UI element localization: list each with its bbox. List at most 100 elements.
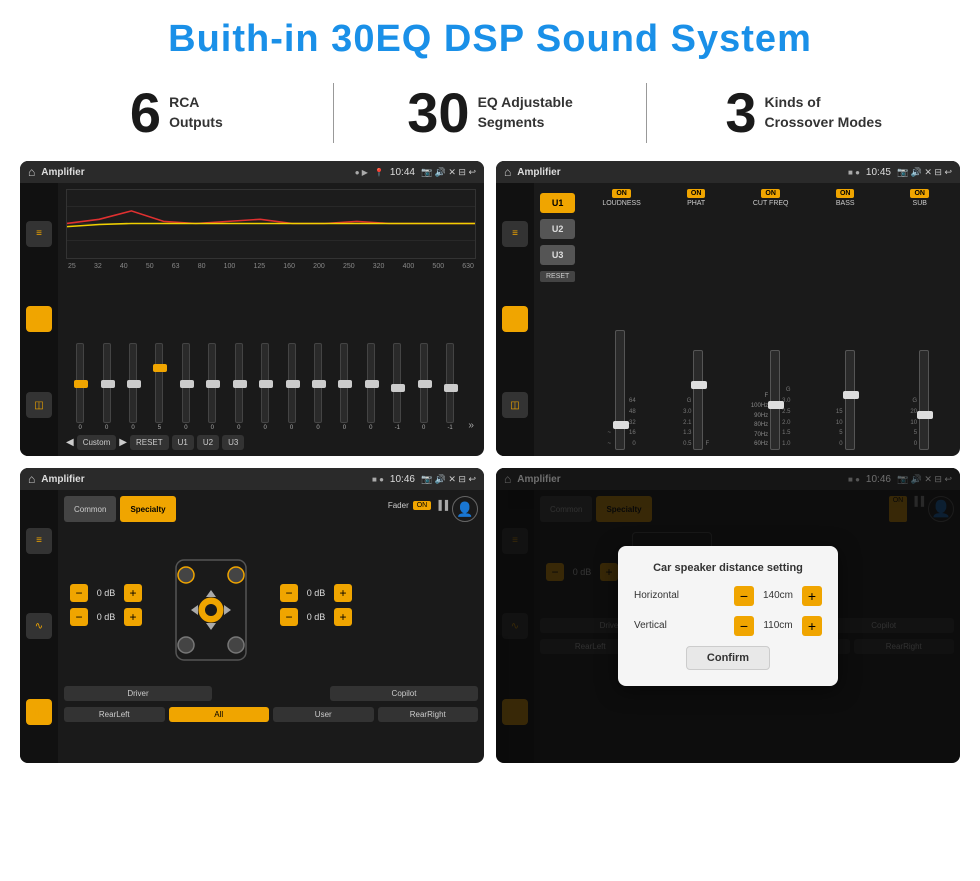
loudness-scale: ~~ xyxy=(608,428,612,450)
rca-number: 6 xyxy=(130,85,161,141)
horizontal-plus-button[interactable]: + xyxy=(802,586,822,606)
features-row: 6 RCAOutputs 30 EQ AdjustableSegments 3 … xyxy=(0,73,980,161)
u1-button[interactable]: U1 xyxy=(172,435,194,450)
horizontal-minus-button[interactable]: − xyxy=(734,586,754,606)
driver-button[interactable]: Driver xyxy=(64,686,212,701)
expand-icon[interactable]: » xyxy=(464,420,474,431)
right-plus-1[interactable]: + xyxy=(334,584,352,602)
amp-col-bass: ON BASS 151050 xyxy=(811,189,880,450)
bass-scale: 151050 xyxy=(836,407,843,450)
custom-button[interactable]: Custom xyxy=(77,435,117,450)
crossover-number: 3 xyxy=(725,85,756,141)
fader-slider[interactable]: ▐▐ xyxy=(435,500,448,510)
amp-col-cutfreq: ON CUT FREQ F100Hz90Hz80Hz70Hz60Hz G3.02… xyxy=(736,189,805,450)
rearright-button[interactable]: RearRight xyxy=(378,707,479,722)
divider-2 xyxy=(646,83,647,143)
loudness-scale2: 644832160 xyxy=(629,396,636,450)
next-preset-button[interactable]: ▶ xyxy=(119,435,127,450)
horizontal-value: 140cm xyxy=(760,590,796,601)
left-minus-2[interactable]: − xyxy=(70,608,88,626)
amp-col-sub: ON SUB G201050 xyxy=(885,189,954,450)
amp-controls: ON LOUDNESS ~~ 644832160 xyxy=(581,183,960,456)
sidebar-vol-icon[interactable]: ◫ xyxy=(26,392,52,418)
screen3-status-icons: 📷 🔊 ✕ ⊟ ↩ xyxy=(421,474,476,485)
vertical-value: 110cm xyxy=(760,620,796,631)
screen3-speaker: ⌂ Amplifier ■ ● 10:46 📷 🔊 ✕ ⊟ ↩ ≡ ∿ ◫ Co… xyxy=(20,468,484,763)
eq-bottom-buttons: ◀ Custom ▶ RESET U1 U2 U3 xyxy=(66,435,476,450)
screen1-eq: ⌂ Amplifier ● ▶ 📍 10:44 📷 🔊 ✕ ⊟ ↩ ≡ ∿ ◫ xyxy=(20,161,484,456)
home-icon[interactable]: ⌂ xyxy=(28,165,35,179)
s3-vol-icon[interactable]: ◫ xyxy=(26,699,52,725)
vertical-plus-button[interactable]: + xyxy=(802,616,822,636)
bottom-buttons-row: Driver Copilot xyxy=(64,686,478,701)
person-icon-circle[interactable]: 👤 xyxy=(452,496,478,522)
screen2-status-icons: 📷 🔊 ✕ ⊟ ↩ xyxy=(897,167,952,178)
confirm-button[interactable]: Confirm xyxy=(686,646,770,670)
left-minus-1[interactable]: − xyxy=(70,584,88,602)
phat-slider[interactable] xyxy=(693,350,703,450)
s2-dots: ■ ● xyxy=(848,168,860,177)
s2-wave-icon[interactable]: ∿ xyxy=(502,306,528,332)
common-tab[interactable]: Common xyxy=(64,496,116,522)
sidebar-wave-icon[interactable]: ∿ xyxy=(26,306,52,332)
right-plus-2[interactable]: + xyxy=(334,608,352,626)
screen3-body: ≡ ∿ ◫ Common Specialty Fader ON ▐▐ 👤 xyxy=(20,490,484,763)
sub-slider[interactable] xyxy=(919,350,929,450)
phat-scale: G3.02.11.30.5 xyxy=(683,396,691,450)
s2-home-icon[interactable]: ⌂ xyxy=(504,165,511,179)
eq-sliders: 0 0 0 5 0 xyxy=(66,274,476,431)
divider-1 xyxy=(333,83,334,143)
screen2-statusbar: ⌂ Amplifier ■ ● 10:45 📷 🔊 ✕ ⊟ ↩ xyxy=(496,161,960,183)
s2-vol-icon[interactable]: ◫ xyxy=(502,392,528,418)
prev-preset-button[interactable]: ◀ xyxy=(66,435,74,450)
speaker-diagram-area: − 0 dB + − 0 dB + xyxy=(64,530,478,680)
screen3-sidebar: ≡ ∿ ◫ xyxy=(20,490,58,763)
u-buttons-panel: U1 U2 U3 RESET xyxy=(534,183,581,456)
cutfreq-scale: F100Hz90Hz80Hz70Hz60Hz xyxy=(751,392,768,450)
rearleft-button[interactable]: RearLeft xyxy=(64,707,165,722)
u2-button[interactable]: U2 xyxy=(197,435,219,450)
u3-button[interactable]: U3 xyxy=(222,435,244,450)
right-minus-2[interactable]: − xyxy=(280,608,298,626)
right-val-2: 0 dB xyxy=(302,612,330,622)
specialty-tab[interactable]: Specialty xyxy=(120,496,175,522)
s3-dots: ■ ● xyxy=(372,475,384,484)
slider-15: -1 xyxy=(438,343,462,431)
left-vol-row2: − 0 dB + xyxy=(70,608,142,626)
s3-home-icon[interactable]: ⌂ xyxy=(28,472,35,486)
crossover-text: Kinds ofCrossover Modes xyxy=(765,85,882,132)
cutfreq-slider[interactable] xyxy=(770,350,780,450)
left-plus-1[interactable]: + xyxy=(124,584,142,602)
slider-1: 0 xyxy=(68,343,92,431)
sidebar-eq-icon[interactable]: ≡ xyxy=(26,221,52,247)
slider-9: 0 xyxy=(279,343,303,431)
vertical-minus-button[interactable]: − xyxy=(734,616,754,636)
right-vol-controls: − 0 dB + − 0 dB + xyxy=(274,578,358,632)
screen2-body: ≡ ∿ ◫ U1 U2 U3 RESET ON LOUDNESS ~~ xyxy=(496,183,960,456)
reset-button[interactable]: RESET xyxy=(130,435,169,450)
bottom-buttons-row2: RearLeft All User RearRight xyxy=(64,707,478,722)
screen2-time: 10:45 xyxy=(866,167,891,178)
s3-eq-icon[interactable]: ≡ xyxy=(26,528,52,554)
left-plus-2[interactable]: + xyxy=(124,608,142,626)
right-minus-1[interactable]: − xyxy=(280,584,298,602)
copilot-button[interactable]: Copilot xyxy=(330,686,478,701)
all-button[interactable]: All xyxy=(169,707,270,722)
loudness-on-badge: ON xyxy=(612,189,631,198)
bass-on-badge: ON xyxy=(836,189,855,198)
s3-wave-icon[interactable]: ∿ xyxy=(26,613,52,639)
slider-14: 0 xyxy=(411,343,435,431)
amp-col-phat: ON PHAT G3.02.11.30.5 F xyxy=(662,189,731,450)
u3-select-button[interactable]: U3 xyxy=(540,245,575,265)
loudness-slider[interactable] xyxy=(615,330,625,450)
screen2-amp: ⌂ Amplifier ■ ● 10:45 📷 🔊 ✕ ⊟ ↩ ≡ ∿ ◫ U1… xyxy=(496,161,960,456)
s2-eq-icon[interactable]: ≡ xyxy=(502,221,528,247)
u1-select-button[interactable]: U1 xyxy=(540,193,575,213)
u2-select-button[interactable]: U2 xyxy=(540,219,575,239)
vertical-label: Vertical xyxy=(634,620,728,631)
cutfreq-on-badge: ON xyxy=(761,189,780,198)
bass-slider[interactable] xyxy=(845,350,855,450)
user-button[interactable]: User xyxy=(273,707,374,722)
freq-labels: 2532405063 80100125160200 25032040050063… xyxy=(66,263,476,270)
amp-reset-button[interactable]: RESET xyxy=(540,271,575,282)
